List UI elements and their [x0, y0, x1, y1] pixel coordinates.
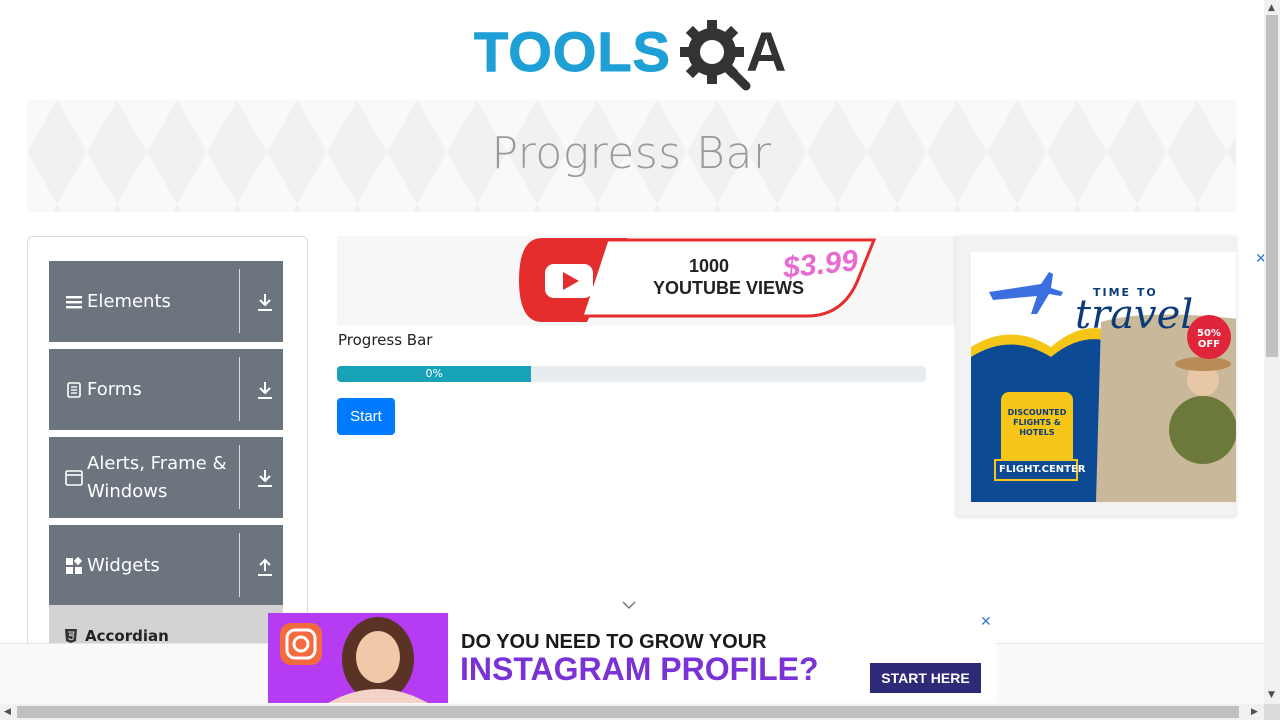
vertical-scrollbar-thumb[interactable]: [1266, 15, 1278, 357]
page-banner: Progress Bar: [27, 100, 1236, 212]
start-here-button[interactable]: START HERE: [870, 663, 981, 693]
discount-badge: 50% OFF: [1197, 328, 1221, 350]
scroll-left-icon[interactable]: ◀: [4, 707, 11, 717]
travel-brand: FLIGHT.CENTER: [999, 464, 1086, 475]
youtube-ad-graphic: [519, 238, 877, 322]
widgets-icon: [66, 557, 83, 574]
close-icon[interactable]: ✕: [980, 614, 992, 630]
page-title: Progress Bar: [491, 128, 772, 179]
divider: [239, 357, 240, 421]
html5-icon: [65, 629, 77, 643]
sidebar-group-label: Forms: [87, 378, 142, 400]
list-icon: [66, 296, 82, 309]
travel-ad[interactable]: TIME TO travel 50% OFF DISCOUNTED FLIGHT…: [956, 236, 1236, 516]
ad-line2: YOUTUBE VIEWS: [653, 278, 805, 298]
ad-headline-2: INSTAGRAM PROFILE?: [460, 651, 819, 687]
start-button[interactable]: Start: [337, 398, 395, 435]
instagram-ad[interactable]: DO YOU NEED TO GROW YOUR INSTAGRAM PROFI…: [268, 613, 996, 703]
progress-bar: 0%: [337, 366, 926, 382]
sidebar: Elements Forms Alerts, Frame & Windows W…: [27, 236, 308, 676]
scroll-down-icon[interactable]: ▼: [1268, 690, 1275, 700]
divider: [239, 445, 240, 509]
divider: [239, 269, 240, 333]
download-arrow-icon[interactable]: [255, 467, 275, 489]
page: TOOLS A Progress Bar Elements Forms Aler…: [0, 0, 1280, 720]
sidebar-group-widgets[interactable]: Widgets: [49, 525, 283, 606]
logo-suffix: A: [746, 20, 787, 83]
sidebar-group-alerts-frame-windows[interactable]: Alerts, Frame & Windows: [49, 437, 283, 518]
document-icon: [67, 382, 81, 398]
horizontal-scrollbar-thumb[interactable]: [17, 706, 1239, 718]
scrollbar-corner: [1264, 704, 1280, 720]
upload-arrow-icon[interactable]: [255, 555, 275, 577]
logo-text: TOOLS: [474, 20, 671, 84]
gear-icon: [680, 20, 751, 91]
scroll-right-icon[interactable]: ▶: [1251, 707, 1258, 717]
youtube-views-ad[interactable]: 1000 YOUTUBE VIEWS $3.99: [337, 236, 957, 326]
sidebar-group-label: Widgets: [87, 554, 160, 576]
window-icon: [65, 470, 83, 486]
scroll-up-icon[interactable]: ▲: [1268, 3, 1275, 13]
sidebar-group-forms[interactable]: Forms: [49, 349, 283, 430]
progress-bar-heading: Progress Bar: [338, 331, 433, 349]
sidebar-group-elements[interactable]: Elements: [49, 261, 283, 342]
sidebar-group-label: Elements: [87, 290, 171, 312]
travel-headline-2: travel: [1075, 292, 1194, 338]
travel-ad-creative: TIME TO travel 50% OFF DISCOUNTED FLIGHT…: [971, 252, 1236, 502]
download-arrow-icon[interactable]: [255, 291, 275, 313]
divider: [239, 533, 240, 597]
travel-card-text: DISCOUNTED FLIGHTS & HOTELS: [1007, 408, 1067, 437]
ad-line1: 1000: [689, 256, 730, 276]
toolsqa-logo[interactable]: TOOLS A: [470, 14, 800, 92]
download-arrow-icon[interactable]: [255, 379, 275, 401]
chevron-down-icon[interactable]: [621, 599, 637, 611]
sidebar-group-label: Alerts, Frame & Windows: [87, 452, 227, 502]
progress-bar-fill: 0%: [337, 366, 532, 382]
